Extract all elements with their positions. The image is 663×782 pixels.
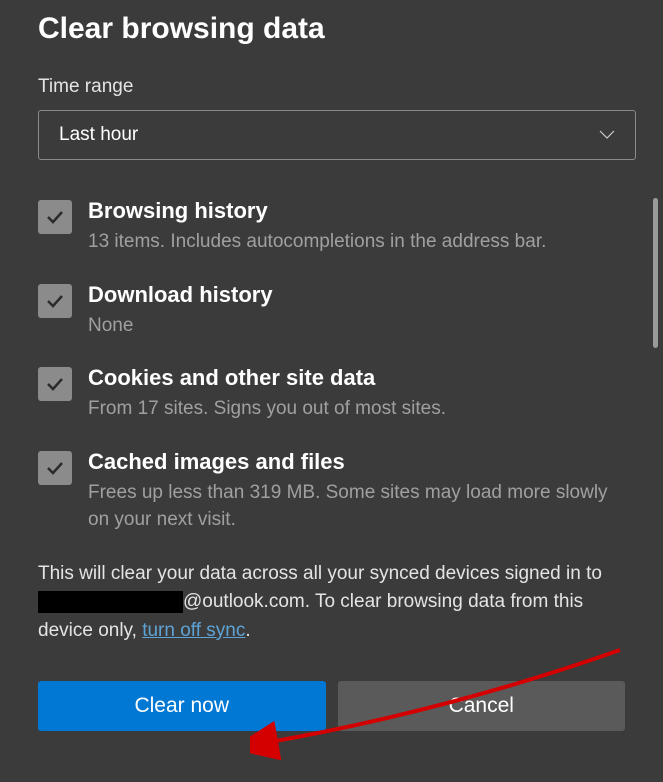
dialog-title: Clear browsing data (38, 12, 625, 46)
option-cookies: Cookies and other site data From 17 site… (38, 365, 625, 423)
option-download-history: Download history None (38, 282, 625, 340)
button-row: Clear now Cancel (38, 681, 625, 731)
checkmark-icon (45, 374, 65, 394)
options-list: Browsing history 13 items. Includes auto… (38, 198, 625, 534)
option-desc: 13 items. Includes autocompletions in th… (88, 228, 625, 256)
time-range-label: Time range (38, 76, 625, 98)
redacted-email (38, 591, 183, 613)
turn-off-sync-link[interactable]: turn off sync (142, 620, 245, 641)
option-desc: Frees up less than 319 MB. Some sites ma… (88, 479, 625, 534)
scrollbar[interactable] (653, 198, 658, 348)
checkmark-icon (45, 207, 65, 227)
option-browsing-history: Browsing history 13 items. Includes auto… (38, 198, 625, 256)
sync-notice-text2: . (245, 620, 250, 641)
sync-notice-text1: This will clear your data across all you… (38, 563, 602, 584)
time-range-value: Last hour (59, 124, 138, 146)
option-title: Download history (88, 282, 625, 308)
checkbox-browsing-history[interactable] (38, 200, 72, 234)
checkbox-cookies[interactable] (38, 367, 72, 401)
checkbox-cached[interactable] (38, 451, 72, 485)
option-cached: Cached images and files Frees up less th… (38, 449, 625, 534)
clear-now-button[interactable]: Clear now (38, 681, 326, 731)
checkbox-download-history[interactable] (38, 284, 72, 318)
checkmark-icon (45, 458, 65, 478)
option-title: Browsing history (88, 198, 625, 224)
option-desc: From 17 sites. Signs you out of most sit… (88, 395, 625, 423)
checkmark-icon (45, 291, 65, 311)
option-title: Cookies and other site data (88, 365, 625, 391)
chevron-down-icon (599, 127, 615, 143)
cancel-button[interactable]: Cancel (338, 681, 626, 731)
time-range-select[interactable]: Last hour (38, 110, 636, 160)
sync-notice: This will clear your data across all you… (38, 560, 625, 646)
option-desc: None (88, 312, 625, 340)
option-title: Cached images and files (88, 449, 625, 475)
